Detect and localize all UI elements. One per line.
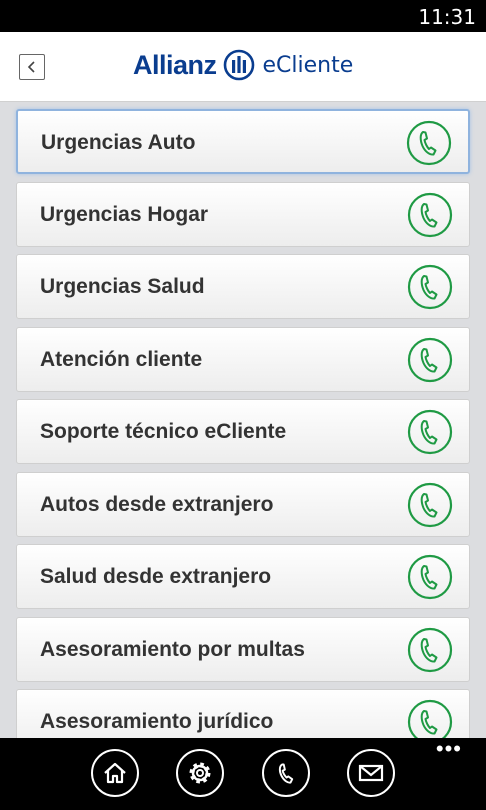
list-item[interactable]: Autos desde extranjero xyxy=(16,472,470,537)
list-item-label: Autos desde extranjero xyxy=(40,493,274,516)
gear-icon xyxy=(189,762,211,784)
chevron-left-icon xyxy=(27,61,35,73)
phone-icon[interactable] xyxy=(407,627,453,673)
home-button[interactable] xyxy=(91,749,139,797)
app-name: eCliente xyxy=(262,52,354,78)
phone-icon[interactable] xyxy=(407,264,453,310)
phone-icon[interactable] xyxy=(407,409,453,455)
status-time: 11:31 xyxy=(418,5,476,29)
phone-icon[interactable] xyxy=(407,554,453,600)
call-button[interactable] xyxy=(262,749,310,797)
header: Allianz eCliente xyxy=(0,32,486,102)
phone-icon[interactable] xyxy=(406,120,452,166)
list-item[interactable]: Soporte técnico eCliente xyxy=(16,399,470,464)
allianz-logo-icon xyxy=(223,49,254,81)
list-item-label: Atención cliente xyxy=(40,348,203,371)
phone-icon[interactable] xyxy=(407,192,453,238)
phone-icon xyxy=(278,763,294,784)
list-item-label: Asesoramiento jurídico xyxy=(40,710,274,733)
brand-name: Allianz xyxy=(133,49,217,80)
list-item-label: Urgencias Salud xyxy=(40,275,205,298)
list-item[interactable]: Atención cliente xyxy=(16,327,470,392)
list-item[interactable]: Asesoramiento jurídico xyxy=(16,689,470,738)
home-icon xyxy=(104,762,126,784)
contacts-list: Urgencias Auto Urgencias Hogar Urgencias… xyxy=(0,102,486,738)
list-item-label: Urgencias Auto xyxy=(41,131,196,154)
settings-button[interactable] xyxy=(176,749,224,797)
list-item[interactable]: Salud desde extranjero xyxy=(16,544,470,609)
list-item-label: Urgencias Hogar xyxy=(40,203,209,226)
more-button[interactable]: ••• xyxy=(436,738,462,760)
list-item[interactable]: Urgencias Auto xyxy=(16,109,470,174)
phone-icon[interactable] xyxy=(407,337,453,383)
list-item-label: Asesoramiento por multas xyxy=(40,638,305,661)
back-button[interactable] xyxy=(19,54,45,80)
list-item[interactable]: Asesoramiento por multas xyxy=(16,617,470,682)
phone-icon[interactable] xyxy=(407,482,453,528)
phone-icon[interactable] xyxy=(407,699,453,738)
app-bar: ••• xyxy=(0,738,486,810)
mail-button[interactable] xyxy=(347,749,395,797)
status-bar: 11:31 xyxy=(0,0,486,32)
brand: Allianz eCliente xyxy=(133,49,353,81)
list-item[interactable]: Urgencias Hogar xyxy=(16,182,470,247)
mail-icon xyxy=(358,764,384,782)
list-item-label: Salud desde extranjero xyxy=(40,565,272,588)
list-item-label: Soporte técnico eCliente xyxy=(40,420,287,443)
list-item[interactable]: Urgencias Salud xyxy=(16,254,470,319)
